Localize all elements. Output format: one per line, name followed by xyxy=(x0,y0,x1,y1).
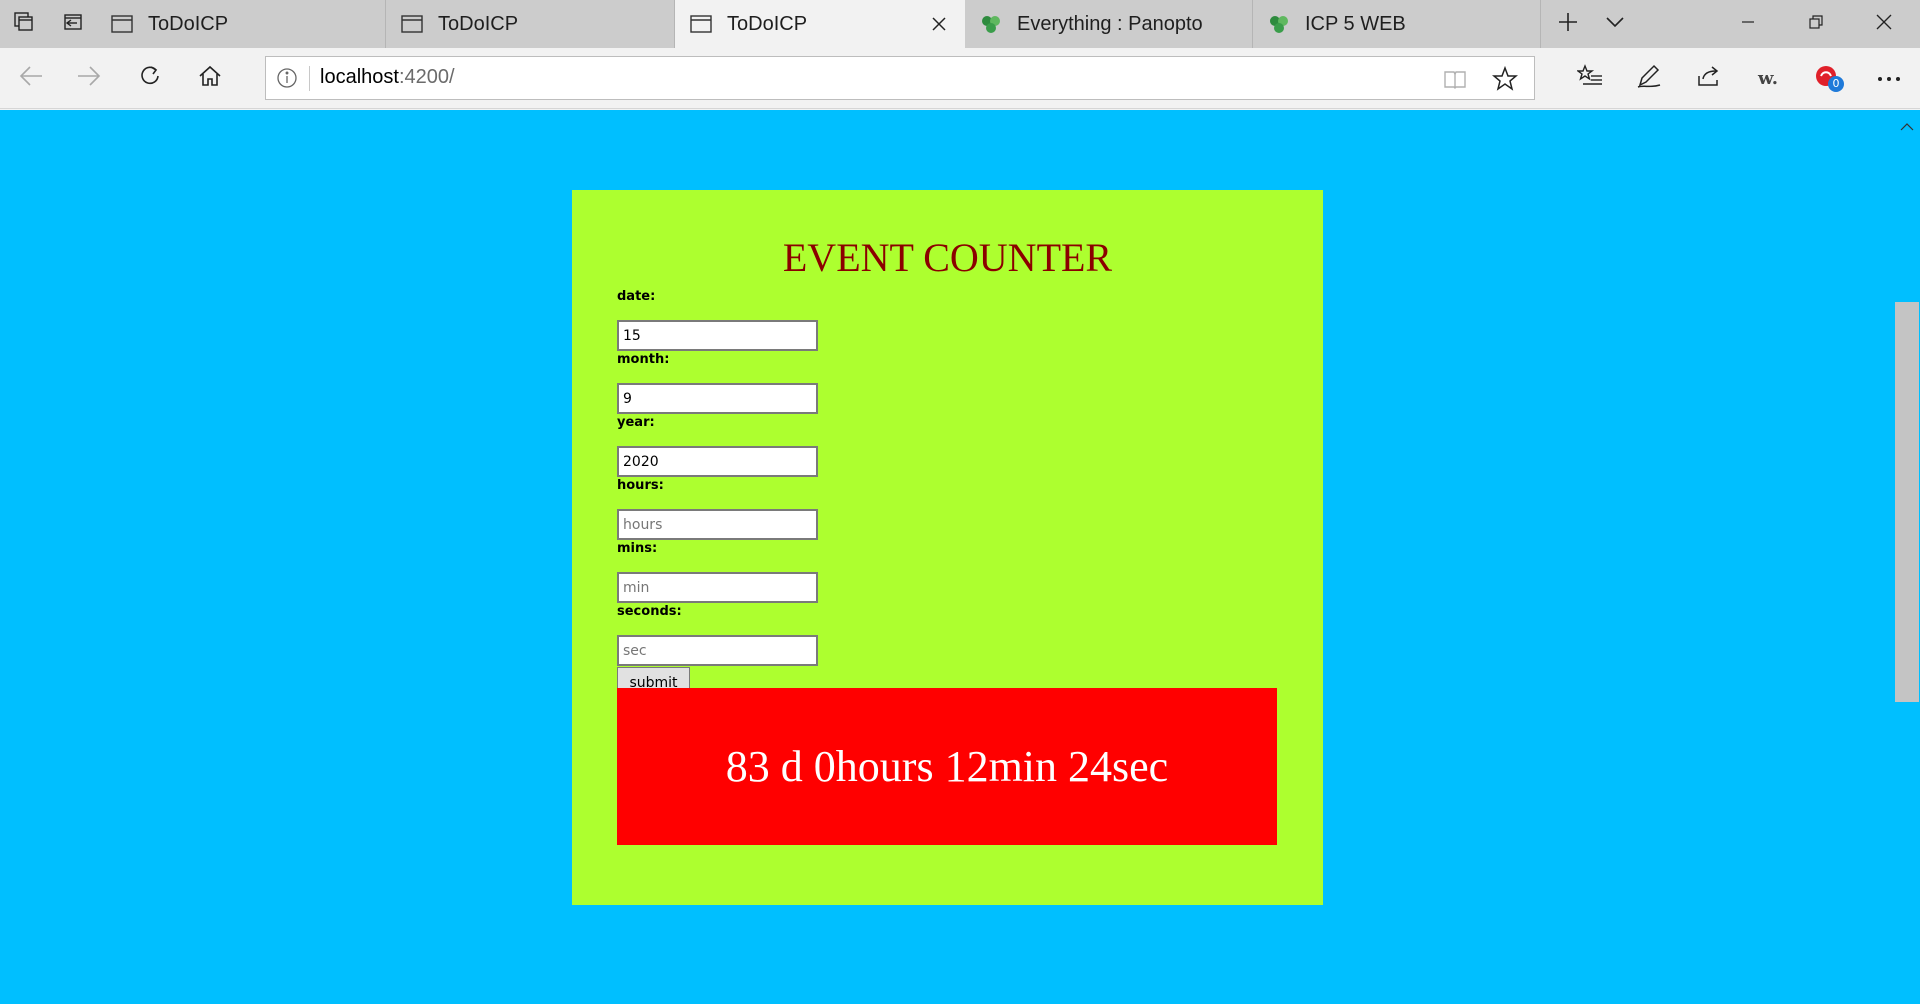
address-bar[interactable]: localhost:4200/ xyxy=(265,56,1535,100)
panopto-icon xyxy=(1267,12,1291,36)
forward-button[interactable] xyxy=(67,56,111,100)
hours-input[interactable] xyxy=(617,509,818,540)
set-aside-icon xyxy=(60,10,84,39)
arrow-right-icon xyxy=(76,65,102,92)
tabs-aside-icon xyxy=(12,10,36,39)
date-label: date: xyxy=(617,289,656,304)
back-button[interactable] xyxy=(9,56,53,100)
set-tabs-aside-button[interactable] xyxy=(48,0,96,48)
tab-strip: ToDoICP ToDoICP ToDoICP Everything : Pan… xyxy=(0,0,1920,48)
tab-icp5web[interactable]: ICP 5 WEB xyxy=(1253,0,1541,48)
tab-manager-button[interactable] xyxy=(0,0,48,48)
refresh-button[interactable] xyxy=(128,56,172,100)
home-button[interactable] xyxy=(188,56,232,100)
year-input[interactable] xyxy=(617,446,818,477)
page-title: EVENT COUNTER xyxy=(782,235,1113,280)
arrow-left-icon xyxy=(18,65,44,92)
refresh-icon xyxy=(138,64,162,93)
vertical-scrollbar[interactable] xyxy=(1894,110,1920,1004)
page-icon xyxy=(400,12,424,36)
url-text[interactable]: localhost:4200/ xyxy=(320,66,455,89)
mins-label: mins: xyxy=(617,541,658,556)
year-label: year: xyxy=(617,415,655,430)
event-counter-card: EVENT COUNTER date: month: year: hours: … xyxy=(572,190,1323,905)
tab-title: ToDoICP xyxy=(148,12,229,35)
tab-todoicp-2[interactable]: ToDoICP xyxy=(386,0,675,48)
extension-badge-button[interactable]: 0 xyxy=(1806,56,1850,100)
tab-preview-button[interactable] xyxy=(1591,0,1639,48)
extension-red-icon: 0 xyxy=(1814,64,1844,92)
plus-icon xyxy=(1557,11,1579,38)
new-tab-button[interactable] xyxy=(1544,0,1592,48)
reading-view-icon[interactable] xyxy=(1441,65,1469,93)
tab-title: ToDoICP xyxy=(438,12,519,35)
tab-todoicp-active[interactable]: ToDoICP xyxy=(675,0,965,48)
scrollbar-thumb[interactable] xyxy=(1895,302,1919,702)
scroll-up-arrow-icon[interactable] xyxy=(1894,114,1920,140)
date-input[interactable] xyxy=(617,320,818,351)
favorites-hub-button[interactable] xyxy=(1568,56,1612,100)
close-window-button[interactable] xyxy=(1850,0,1918,48)
navigation-bar: localhost:4200/ w. 0 xyxy=(0,48,1920,109)
favorites-list-icon xyxy=(1575,63,1603,93)
more-menu-button[interactable] xyxy=(1867,56,1911,100)
month-input[interactable] xyxy=(617,383,818,414)
close-tab-icon[interactable] xyxy=(927,12,951,36)
tab-panopto[interactable]: Everything : Panopto xyxy=(965,0,1253,48)
page-viewport: EVENT COUNTER date: month: year: hours: … xyxy=(0,110,1894,1004)
url-path: :4200/ xyxy=(398,66,455,88)
page-icon xyxy=(110,12,134,36)
seconds-input[interactable] xyxy=(617,635,818,666)
minimize-icon xyxy=(1741,15,1755,34)
tab-title: ToDoICP xyxy=(727,12,808,35)
mins-input[interactable] xyxy=(617,572,818,603)
tab-title: Everything : Panopto xyxy=(1017,12,1203,35)
restore-button[interactable] xyxy=(1782,0,1850,48)
share-button[interactable] xyxy=(1687,56,1731,100)
extension-w-label: w. xyxy=(1758,67,1778,89)
extension-badge-count: 0 xyxy=(1828,76,1844,92)
hours-label: hours: xyxy=(617,478,664,493)
countdown-result: 83 d 0hours 12min 24sec xyxy=(617,688,1277,845)
tab-title: ICP 5 WEB xyxy=(1305,12,1406,35)
share-icon xyxy=(1696,64,1722,93)
minimize-button[interactable] xyxy=(1714,0,1782,48)
pen-icon xyxy=(1636,63,1662,94)
page-icon xyxy=(689,12,713,36)
restore-icon xyxy=(1809,14,1823,34)
info-icon[interactable] xyxy=(276,67,298,89)
extension-w-button[interactable]: w. xyxy=(1746,56,1790,100)
favorite-star-icon[interactable] xyxy=(1491,65,1519,93)
month-label: month: xyxy=(617,352,670,367)
tab-todoicp-1[interactable]: ToDoICP xyxy=(96,0,386,48)
address-separator xyxy=(309,66,310,91)
seconds-label: seconds: xyxy=(617,604,682,619)
event-form: date: month: year: hours: mins: seconds:… xyxy=(617,289,837,698)
url-host: localhost xyxy=(320,66,399,88)
close-icon xyxy=(1876,14,1892,35)
ellipsis-icon xyxy=(1877,69,1901,87)
panopto-icon xyxy=(979,12,1003,36)
add-notes-button[interactable] xyxy=(1627,56,1671,100)
home-icon xyxy=(198,64,222,93)
chevron-down-icon xyxy=(1605,15,1625,33)
